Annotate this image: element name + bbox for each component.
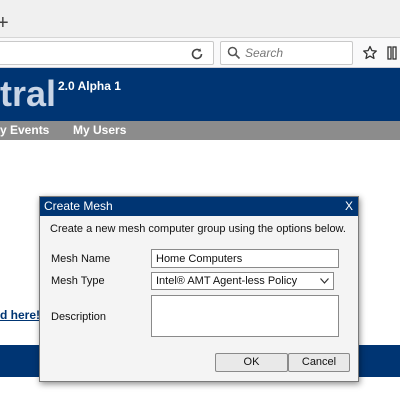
nav-item-my-events[interactable]: y Events	[0, 123, 49, 137]
click-here-link[interactable]: d here!	[0, 308, 40, 322]
mesh-name-input[interactable]	[151, 249, 339, 268]
search-box[interactable]	[220, 41, 353, 65]
nav-bar: y Events My Users	[0, 121, 400, 140]
bookmark-star-icon[interactable]	[362, 45, 378, 61]
description-textarea[interactable]	[151, 295, 339, 337]
mesh-type-selected-value: Intel® AMT Agent-less Policy	[156, 275, 298, 287]
browser-toolbar	[0, 38, 400, 68]
create-mesh-dialog: Create Mesh X Create a new mesh computer…	[39, 196, 359, 382]
description-label: Description	[51, 311, 107, 323]
mesh-type-label: Mesh Type	[51, 275, 105, 287]
version-label: 2.0 Alpha 1	[58, 79, 121, 93]
reload-icon[interactable]	[190, 47, 204, 61]
brand-title: tral	[0, 73, 57, 114]
mesh-name-label: Mesh Name	[51, 253, 111, 265]
address-bar[interactable]	[0, 41, 214, 65]
dialog-titlebar[interactable]: Create Mesh X	[40, 197, 358, 216]
ok-button[interactable]: OK	[215, 353, 288, 372]
new-tab-button[interactable]: +	[0, 13, 9, 33]
dialog-title: Create Mesh	[44, 199, 113, 213]
app-banner: tral 2.0 Alpha 1	[0, 68, 400, 121]
cancel-button[interactable]: Cancel	[288, 353, 350, 372]
dialog-intro-text: Create a new mesh computer group using t…	[50, 223, 346, 235]
browser-tab-strip: +	[0, 0, 400, 38]
search-icon	[227, 46, 241, 60]
library-icon[interactable]	[386, 45, 400, 61]
close-button[interactable]: X	[345, 199, 353, 213]
mesh-type-select[interactable]: Intel® AMT Agent-less Policy	[151, 272, 334, 290]
search-input[interactable]	[245, 45, 349, 61]
nav-item-my-users[interactable]: My Users	[73, 123, 126, 137]
chevron-down-icon	[320, 278, 329, 284]
